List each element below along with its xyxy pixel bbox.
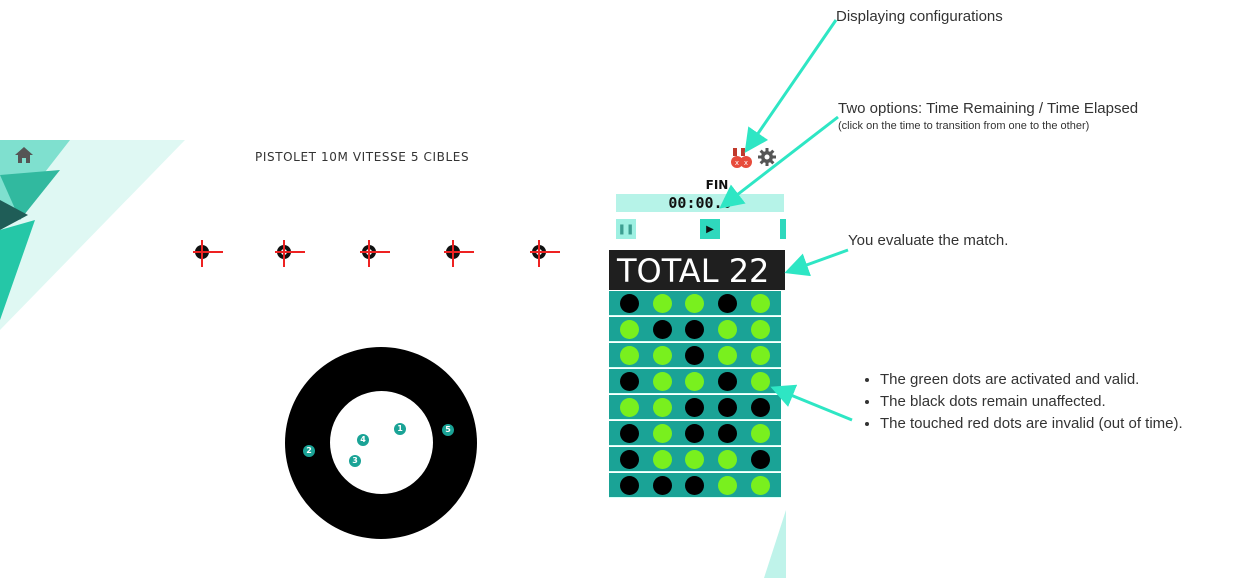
annotation-arrows — [719, 19, 853, 422]
